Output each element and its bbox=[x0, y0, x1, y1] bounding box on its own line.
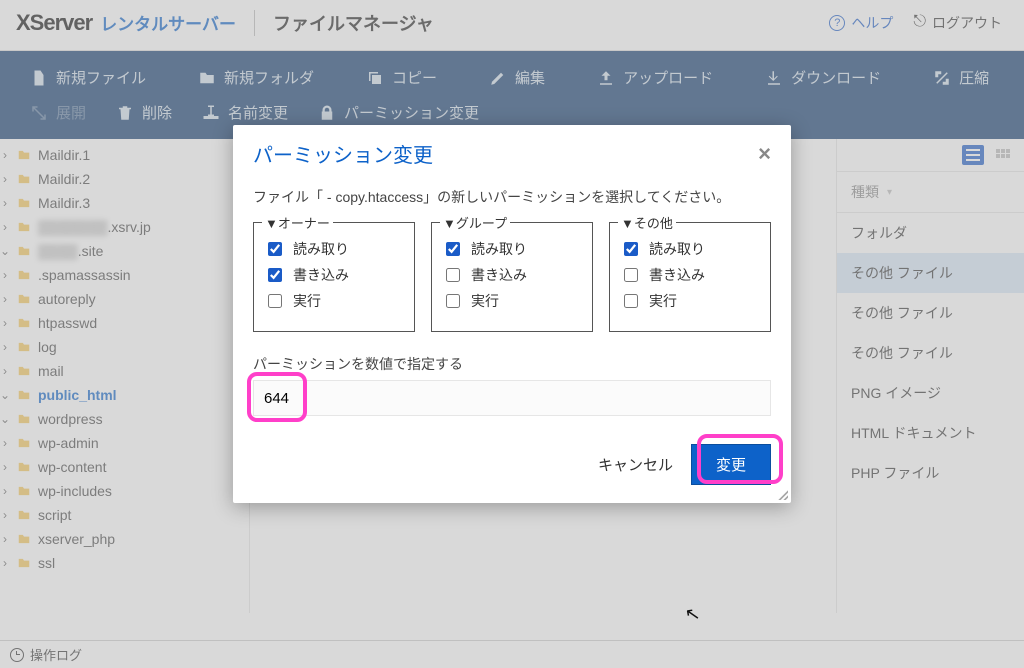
other-exec-row[interactable]: 実行 bbox=[620, 291, 760, 311]
legend-group: ▼グループ bbox=[440, 213, 510, 232]
owner-write-row[interactable]: 書き込み bbox=[264, 265, 404, 285]
owner-read-row[interactable]: 読み取り bbox=[264, 239, 404, 259]
owner-exec-label: 実行 bbox=[293, 291, 321, 311]
owner-exec-row[interactable]: 実行 bbox=[264, 291, 404, 311]
legend-owner: ▼オーナー bbox=[262, 213, 333, 232]
other-read-checkbox[interactable] bbox=[624, 242, 638, 256]
owner-write-checkbox[interactable] bbox=[268, 268, 282, 282]
fieldset-group: ▼グループ 読み取り 書き込み 実行 bbox=[431, 222, 593, 332]
modal-description: ファイル「 - copy.htaccess」の新しいパーミッションを選択してくだ… bbox=[253, 186, 771, 208]
resize-grip-icon[interactable] bbox=[776, 488, 788, 500]
group-write-row[interactable]: 書き込み bbox=[442, 265, 582, 285]
legend-other: ▼その他 bbox=[618, 213, 676, 232]
owner-read-label: 読み取り bbox=[293, 239, 349, 259]
other-write-label: 書き込み bbox=[649, 265, 705, 285]
group-read-row[interactable]: 読み取り bbox=[442, 239, 582, 259]
submit-button[interactable]: 変更 bbox=[691, 444, 771, 485]
other-write-row[interactable]: 書き込み bbox=[620, 265, 760, 285]
group-write-label: 書き込み bbox=[471, 265, 527, 285]
group-read-checkbox[interactable] bbox=[446, 242, 460, 256]
fieldset-owner: ▼オーナー 読み取り 書き込み 実行 bbox=[253, 222, 415, 332]
other-write-checkbox[interactable] bbox=[624, 268, 638, 282]
permission-modal: パーミッション変更 × ファイル「 - copy.htaccess」の新しいパー… bbox=[233, 125, 791, 503]
numeric-permission-input[interactable] bbox=[253, 380, 771, 416]
group-exec-checkbox[interactable] bbox=[446, 294, 460, 308]
group-exec-row[interactable]: 実行 bbox=[442, 291, 582, 311]
modal-close-button[interactable]: × bbox=[758, 143, 771, 165]
owner-read-checkbox[interactable] bbox=[268, 242, 282, 256]
fieldset-other: ▼その他 読み取り 書き込み 実行 bbox=[609, 222, 771, 332]
owner-exec-checkbox[interactable] bbox=[268, 294, 282, 308]
cancel-button[interactable]: キャンセル bbox=[598, 454, 673, 475]
group-read-label: 読み取り bbox=[471, 239, 527, 259]
owner-write-label: 書き込み bbox=[293, 265, 349, 285]
other-read-row[interactable]: 読み取り bbox=[620, 239, 760, 259]
group-write-checkbox[interactable] bbox=[446, 268, 460, 282]
other-read-label: 読み取り bbox=[649, 239, 705, 259]
group-exec-label: 実行 bbox=[471, 291, 499, 311]
numeric-permission-label: パーミッションを数値で指定する bbox=[253, 354, 771, 374]
other-exec-checkbox[interactable] bbox=[624, 294, 638, 308]
other-exec-label: 実行 bbox=[649, 291, 677, 311]
modal-title: パーミッション変更 bbox=[253, 139, 433, 168]
